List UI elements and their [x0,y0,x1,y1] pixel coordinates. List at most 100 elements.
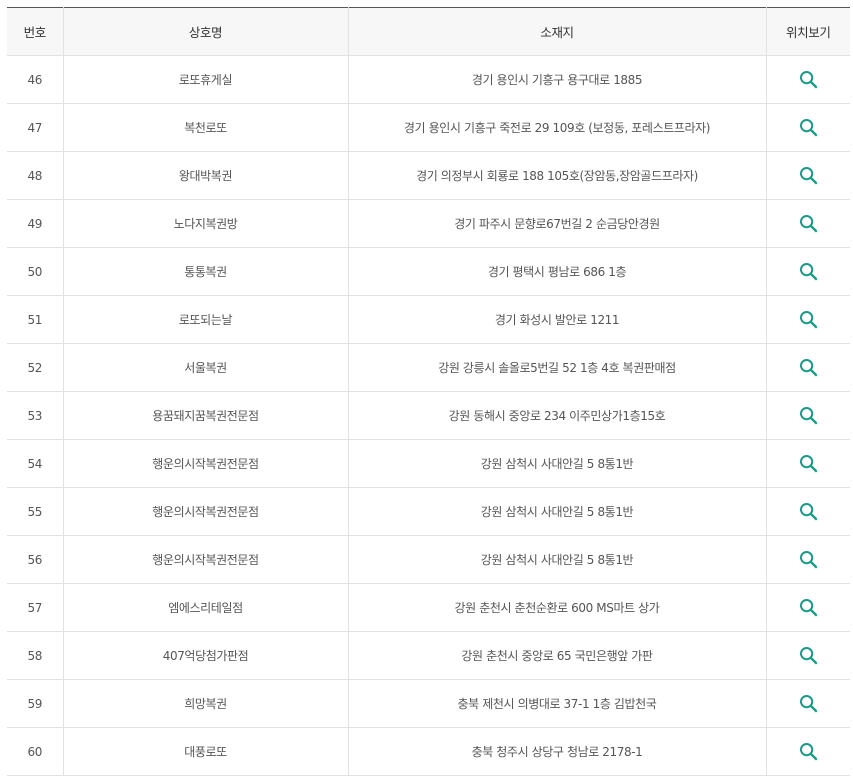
cell-location [765,103,850,152]
cell-store-name: 노다지복권방 [62,199,348,248]
cell-no: 56 [7,535,63,584]
cell-store-name: 엠에스리테일점 [62,583,348,632]
view-location-button[interactable] [796,67,820,91]
cell-store-name: 대풍로또 [62,727,348,776]
view-location-button[interactable] [796,547,820,571]
search-icon [799,262,817,280]
cell-store-name: 행운의시작복권전문점 [62,439,348,488]
cell-store-name: 복천로또 [62,103,348,152]
cell-no: 54 [7,439,63,488]
search-icon [799,118,817,136]
view-location-button[interactable] [796,691,820,715]
cell-address: 충북 제천시 의병대로 37-1 1층 김밥천국 [347,679,766,728]
search-icon [799,550,817,568]
cell-no: 47 [7,103,63,152]
cell-address: 강원 춘천시 춘천순환로 600 MS마트 상가 [347,583,766,632]
cell-no: 50 [7,247,63,296]
search-icon [799,166,817,184]
cell-location [765,343,850,392]
search-icon [799,70,817,88]
search-icon [799,214,817,232]
view-location-button[interactable] [796,643,820,667]
cell-location [765,151,850,200]
cell-location [765,583,850,632]
search-icon [799,502,817,520]
table-row: 48 왕대박복권 경기 의정부시 회룡로 188 105호(장암동,장암골드프라자) [7,151,850,200]
view-location-button[interactable] [796,211,820,235]
cell-no: 59 [7,679,63,728]
view-location-button[interactable] [796,739,820,763]
table-row: 49 노다지복권방 경기 파주시 문향로67번길 2 순금당안경원 [7,199,850,248]
header-name: 상호명 [62,7,348,56]
cell-address: 강원 강릉시 솔올로5번길 52 1층 4호 복권판매점 [347,343,766,392]
view-location-button[interactable] [796,403,820,427]
cell-location [765,631,850,680]
store-list: 번호 상호명 소재지 위치보기 46 로또휴게실 경기 용인시 기흥구 용구대로 1… [7,7,850,776]
cell-location [765,55,850,104]
cell-no: 60 [7,727,63,776]
search-icon [799,742,817,760]
cell-store-name: 로또휴게실 [62,55,348,104]
cell-address: 강원 삼척시 사대안길 5 8통1반 [347,439,766,488]
table-row: 52 서울복권 강원 강릉시 솔올로5번길 52 1층 4호 복권판매점 [7,343,850,392]
cell-address: 경기 화성시 발안로 1211 [347,295,766,344]
search-icon [799,310,817,328]
table-row: 60 대풍로또 충북 청주시 상당구 청남로 2178-1 [7,727,850,776]
table-row: 57 엠에스리테일점 강원 춘천시 춘천순환로 600 MS마트 상가 [7,583,850,632]
table-row: 47 복천로또 경기 용인시 기흥구 죽전로 29 109호 (보정동, 포레스트프… [7,103,850,152]
cell-location [765,487,850,536]
view-location-button[interactable] [796,595,820,619]
view-location-button[interactable] [796,163,820,187]
table-row: 54 행운의시작복권전문점 강원 삼척시 사대안길 5 8통1반 [7,439,850,488]
view-location-button[interactable] [796,115,820,139]
search-icon [799,646,817,664]
cell-location [765,199,850,248]
cell-location [765,247,850,296]
cell-store-name: 용꿈돼지꿈복권전문점 [62,391,348,440]
view-location-button[interactable] [796,451,820,475]
cell-location [765,535,850,584]
table-row: 55 행운의시작복권전문점 강원 삼척시 사대안길 5 8통1반 [7,487,850,536]
cell-no: 46 [7,55,63,104]
table-row: 58 407억당첨가판점 강원 춘천시 중앙로 65 국민은행앞 가판 [7,631,850,680]
cell-store-name: 행운의시작복권전문점 [62,487,348,536]
table-body: 46 로또휴게실 경기 용인시 기흥구 용구대로 1885 47 복천로또 경기 용인시 … [7,55,850,776]
table-header-row: 번호 상호명 소재지 위치보기 [7,7,850,56]
view-location-button[interactable] [796,259,820,283]
view-location-button[interactable] [796,307,820,331]
cell-store-name: 왕대박복권 [62,151,348,200]
header-location: 위치보기 [765,7,850,56]
header-address: 소재지 [347,7,766,56]
cell-no: 52 [7,343,63,392]
cell-no: 51 [7,295,63,344]
cell-store-name: 희망복권 [62,679,348,728]
cell-no: 57 [7,583,63,632]
cell-no: 58 [7,631,63,680]
search-icon [799,406,817,424]
cell-location [765,391,850,440]
table-row: 59 희망복권 충북 제천시 의병대로 37-1 1층 김밥천국 [7,679,850,728]
search-icon [799,358,817,376]
cell-location [765,679,850,728]
cell-address: 경기 평택시 평남로 686 1층 [347,247,766,296]
search-icon [799,694,817,712]
header-no: 번호 [7,7,63,56]
cell-address: 경기 파주시 문향로67번길 2 순금당안경원 [347,199,766,248]
cell-store-name: 407억당첨가판점 [62,631,348,680]
cell-location [765,439,850,488]
cell-no: 48 [7,151,63,200]
table-row: 53 용꿈돼지꿈복권전문점 강원 동해시 중앙로 234 이주민상가1층15호 [7,391,850,440]
cell-store-name: 행운의시작복권전문점 [62,535,348,584]
cell-location [765,295,850,344]
cell-address: 강원 삼척시 사대안길 5 8통1반 [347,535,766,584]
cell-location [765,727,850,776]
table-row: 46 로또휴게실 경기 용인시 기흥구 용구대로 1885 [7,55,850,104]
cell-address: 강원 동해시 중앙로 234 이주민상가1층15호 [347,391,766,440]
view-location-button[interactable] [796,355,820,379]
cell-address: 경기 의정부시 회룡로 188 105호(장암동,장암골드프라자) [347,151,766,200]
store-table: 번호 상호명 소재지 위치보기 46 로또휴게실 경기 용인시 기흥구 용구대로 1… [7,7,850,776]
cell-store-name: 서울복권 [62,343,348,392]
cell-address: 경기 용인시 기흥구 죽전로 29 109호 (보정동, 포레스트프라자) [347,103,766,152]
cell-store-name: 로또되는날 [62,295,348,344]
view-location-button[interactable] [796,499,820,523]
